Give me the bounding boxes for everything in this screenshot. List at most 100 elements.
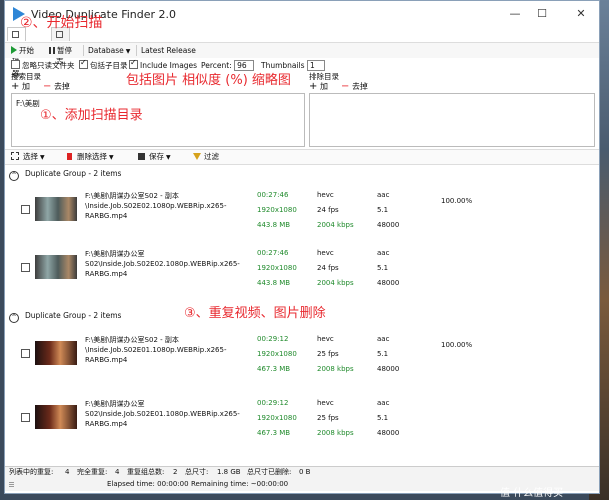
total-size-label: 总尺寸: xyxy=(185,468,209,476)
video-codec: hevc xyxy=(317,399,334,407)
include-subdirs-label: 包括子目录 xyxy=(90,61,128,70)
row-checkbox[interactable] xyxy=(21,413,30,422)
save-label: 保存 xyxy=(149,152,164,161)
pause-icon xyxy=(49,47,55,54)
play-icon xyxy=(11,46,17,54)
bitrate: 2008 kbps xyxy=(317,429,354,437)
close-icon[interactable]: ✕ xyxy=(570,7,592,21)
file-size: 467.3 MB xyxy=(257,429,291,437)
search-dir-item[interactable]: F:\美剧 xyxy=(16,98,40,109)
table-row[interactable]: F:\美剧\阴谋办公室S02\Inside.Job.S02E02.1080p.W… xyxy=(5,243,599,293)
app-window: Video Duplicate Finder 2.0 — ☐ ✕ 扫描器 日志 … xyxy=(4,0,600,494)
search-add-label: 加 xyxy=(21,82,30,91)
maximize-icon[interactable]: ☐ xyxy=(531,7,553,21)
select-dropdown[interactable]: 选择 ▼ xyxy=(11,152,45,163)
file-size: 443.8 MB xyxy=(257,221,291,229)
ignore-readonly-checkbox[interactable] xyxy=(11,60,20,69)
status-bar: 列表中的重复: 4 完全重复: 4 重复组总数: 2 总尺寸: 1.8 GB 总… xyxy=(5,466,599,477)
exclude-add-button[interactable]: + 加 xyxy=(309,81,328,92)
row-checkbox[interactable] xyxy=(21,263,30,272)
fps: 25 fps xyxy=(317,414,339,422)
include-images-checkbox[interactable] xyxy=(129,58,138,69)
sample-rate: 48000 xyxy=(377,429,400,437)
video-thumbnail xyxy=(35,255,77,279)
filter-button[interactable]: 过滤 xyxy=(193,152,219,162)
latest-release-button[interactable]: Latest Release xyxy=(141,45,196,56)
pause-label: 暂停 xyxy=(57,46,72,55)
resize-grip-icon[interactable] xyxy=(9,481,14,487)
group-header[interactable]: ^ Duplicate Group - 2 items xyxy=(9,311,121,323)
search-remove-button[interactable]: − 去掉 xyxy=(43,81,70,92)
start-button[interactable]: 开始 xyxy=(11,45,34,56)
bitrate: 2004 kbps xyxy=(317,221,354,229)
group-header-label: Duplicate Group - 2 items xyxy=(25,311,122,320)
annotation-add-dir: ①、添加扫描目录 xyxy=(40,108,143,123)
audio-codec: aac xyxy=(377,191,390,199)
fps: 24 fps xyxy=(317,206,339,214)
duration: 00:27:46 xyxy=(257,249,289,257)
include-subdirs-checkbox[interactable] xyxy=(79,58,88,69)
chevron-down-icon: ▼ xyxy=(166,154,171,161)
row-checkbox[interactable] xyxy=(21,205,30,214)
database-dropdown[interactable]: Database ▼ xyxy=(88,45,130,57)
chevron-down-icon: ▼ xyxy=(109,154,114,161)
audio-codec: aac xyxy=(377,335,390,343)
file-size: 443.8 MB xyxy=(257,279,291,287)
toolbar: 开始 暂停 Database ▼ Latest Release xyxy=(5,42,599,58)
minimize-icon[interactable]: — xyxy=(504,7,526,21)
video-codec: hevc xyxy=(317,335,334,343)
exclude-dirs-list[interactable] xyxy=(309,93,595,147)
results-action-bar: 选择 ▼ 删除选择 ▼ 保存 ▼ 过滤 xyxy=(5,149,599,165)
delete-selected-label: 删除选择 xyxy=(77,152,107,161)
elapsed-time: Elapsed time: 00:00:00 xyxy=(107,480,189,488)
annotation-start-scan: ②、开始扫描 xyxy=(20,15,103,31)
save-dropdown[interactable]: 保存 ▼ xyxy=(138,152,171,163)
annotation-options: 包括图片 相似度 (%) 缩略图 xyxy=(126,73,291,88)
table-row[interactable]: F:\美剧\阴谋办公室S02 - 副本\Inside.Job.S02E02.10… xyxy=(5,185,599,235)
collapse-icon: ^ xyxy=(9,171,19,181)
minus-icon: − xyxy=(43,81,52,92)
pause-button[interactable]: 暂停 xyxy=(49,45,72,56)
duration: 00:29:12 xyxy=(257,335,289,343)
collapse-icon: ^ xyxy=(9,313,19,323)
sample-rate: 48000 xyxy=(377,279,400,287)
duration: 00:27:46 xyxy=(257,191,289,199)
exact-dupes-label: 完全重复: xyxy=(77,468,108,476)
resolution: 1920x1080 xyxy=(257,206,297,214)
chevron-down-icon: ▼ xyxy=(125,48,131,55)
thumbnails-input[interactable]: 1 xyxy=(306,60,325,71)
video-thumbnail xyxy=(35,405,77,429)
file-path: F:\美剧\阴谋办公室S02 - 副本\Inside.Job.S02E01.10… xyxy=(85,336,227,364)
group-header-label: Duplicate Group - 2 items xyxy=(25,169,122,178)
toolbar-divider xyxy=(136,45,137,56)
minus-icon: − xyxy=(341,81,350,92)
group-header[interactable]: ^ Duplicate Group - 2 items xyxy=(9,169,121,181)
database-label: Database xyxy=(88,46,124,55)
duration: 00:29:12 xyxy=(257,399,289,407)
resolution: 1920x1080 xyxy=(257,414,297,422)
fps: 24 fps xyxy=(317,264,339,272)
scanner-icon xyxy=(12,31,19,38)
start-label: 开始 xyxy=(19,46,34,55)
audio-codec: aac xyxy=(377,249,390,257)
exact-dupes-value: 4 xyxy=(115,468,120,476)
select-label: 选择 xyxy=(23,152,38,161)
search-add-button[interactable]: + 加 xyxy=(11,81,30,92)
video-codec: hevc xyxy=(317,249,334,257)
dupes-in-list-label: 列表中的重复: xyxy=(9,468,54,476)
search-remove-label: 去掉 xyxy=(53,82,70,91)
include-subdirs-option[interactable]: 包括子目录 xyxy=(79,58,128,71)
table-row[interactable]: F:\美剧\阴谋办公室S02\Inside.Job.S02E01.1080p.W… xyxy=(5,393,599,443)
total-size-value: 1.8 GB xyxy=(217,468,241,476)
exclude-remove-button[interactable]: − 去掉 xyxy=(341,81,368,92)
file-path: F:\美剧\阴谋办公室S02\Inside.Job.S02E02.1080p.W… xyxy=(85,250,240,278)
row-checkbox[interactable] xyxy=(21,349,30,358)
toolbar-divider xyxy=(83,45,84,56)
plus-icon: + xyxy=(309,81,318,92)
delete-selected-dropdown[interactable]: 删除选择 ▼ xyxy=(67,152,114,163)
deleted-size-label: 总尺寸已删除: xyxy=(247,468,292,476)
table-row[interactable]: F:\美剧\阴谋办公室S02 - 副本\Inside.Job.S02E01.10… xyxy=(5,329,599,379)
ignore-readonly-option[interactable]: 忽略只读文件夹 xyxy=(11,60,75,71)
audio-codec: aac xyxy=(377,399,390,407)
remaining-time: Remaining time: ~00:00:00 xyxy=(191,480,289,488)
